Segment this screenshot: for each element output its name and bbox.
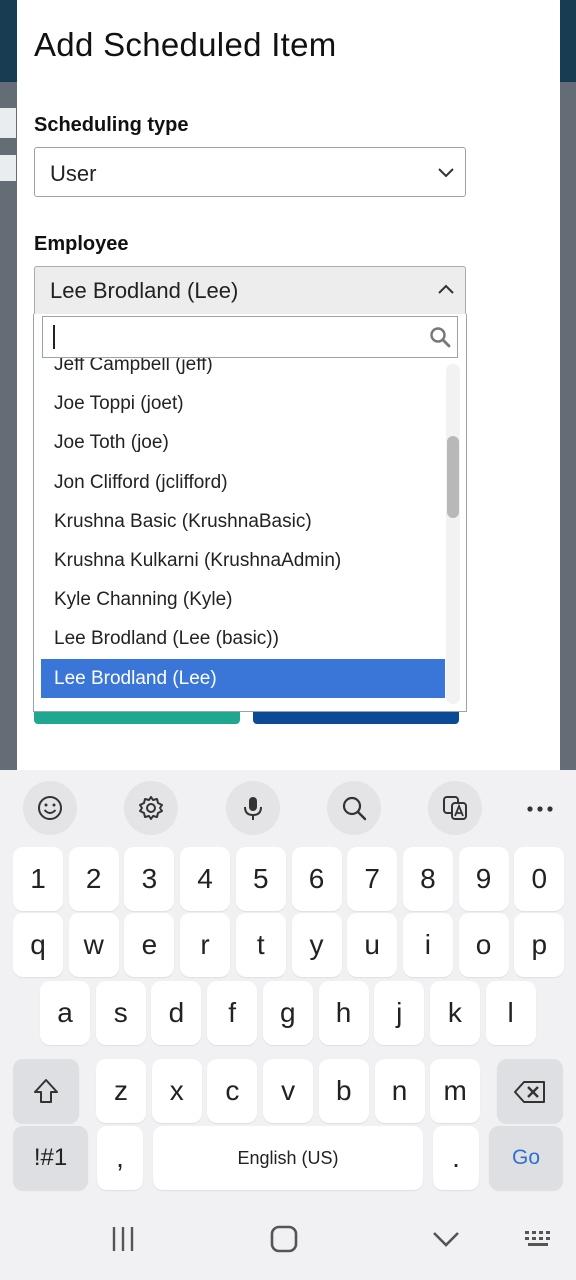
key-x[interactable]: x — [151, 1059, 202, 1123]
key-r[interactable]: r — [180, 913, 231, 977]
shift-icon — [34, 1079, 58, 1103]
key-j[interactable]: j — [374, 981, 425, 1045]
key-v[interactable]: v — [263, 1059, 314, 1123]
key-u[interactable]: u — [347, 913, 398, 977]
key-s[interactable]: s — [95, 981, 146, 1045]
keyboard-settings-button[interactable] — [124, 781, 178, 835]
key-o[interactable]: o — [458, 913, 509, 977]
key-4[interactable]: 4 — [180, 847, 231, 911]
key-q[interactable]: q — [13, 913, 63, 977]
dropdown-scrollbar[interactable] — [446, 364, 460, 704]
key-h[interactable]: h — [318, 981, 369, 1045]
employee-dropdown: Jeff Campbell (jeff) Joe Toppi (joet) Joe … — [33, 314, 467, 712]
key-7[interactable]: 7 — [347, 847, 398, 911]
scheduling-type-label: Scheduling type — [34, 114, 189, 136]
key-1[interactable]: 1 — [13, 847, 63, 911]
text-cursor — [53, 325, 55, 349]
keyboard-switch-icon[interactable] — [522, 1222, 556, 1256]
background-page-text — [0, 155, 16, 181]
key-3[interactable]: 3 — [124, 847, 175, 911]
recent-apps-icon[interactable] — [106, 1222, 140, 1256]
key-g[interactable]: g — [262, 981, 313, 1045]
key-0[interactable]: 0 — [514, 847, 565, 911]
background-page-title — [0, 108, 16, 138]
voice-input-button[interactable] — [226, 781, 280, 835]
employee-option[interactable]: Lee Brodland (Lee (basic)) — [41, 619, 445, 658]
key-2[interactable]: 2 — [68, 847, 119, 911]
translate-button[interactable] — [428, 781, 482, 835]
key-z[interactable]: z — [96, 1059, 146, 1123]
period-key[interactable]: . — [433, 1126, 479, 1190]
keyboard-search-button[interactable] — [327, 781, 381, 835]
employee-label: Employee — [34, 233, 129, 255]
key-k[interactable]: k — [429, 981, 480, 1045]
employee-option[interactable]: Joe Toth (joe) — [41, 423, 445, 462]
key-b[interactable]: b — [318, 1059, 369, 1123]
scheduling-type-value: User — [50, 161, 97, 186]
key-6[interactable]: 6 — [291, 847, 342, 911]
key-l[interactable]: l — [485, 981, 536, 1045]
emoji-button[interactable] — [23, 781, 77, 835]
key-a[interactable]: a — [40, 981, 90, 1045]
key-e[interactable]: e — [124, 913, 175, 977]
employee-option[interactable]: Joe Toppi (joet) — [41, 384, 445, 423]
employee-select[interactable]: Lee Brodland (Lee) — [34, 266, 466, 314]
employee-option[interactable]: Kyle Channing (Kyle) — [41, 580, 445, 619]
search-icon — [430, 327, 451, 348]
employee-option[interactable]: Lee Brodland (Lee) — [41, 658, 445, 698]
shift-key[interactable] — [13, 1059, 79, 1123]
key-c[interactable]: c — [207, 1059, 258, 1123]
emoji-icon — [38, 796, 62, 820]
key-w[interactable]: w — [68, 913, 119, 977]
key-p[interactable]: p — [514, 913, 565, 977]
employee-option[interactable]: Jeff Campbell (jeff) — [41, 358, 445, 384]
microphone-icon — [244, 797, 262, 820]
space-key[interactable]: English (US) — [153, 1126, 423, 1190]
key-f[interactable]: f — [207, 981, 258, 1045]
key-d[interactable]: d — [151, 981, 202, 1045]
dialog-title: Add Scheduled Item — [34, 26, 337, 63]
symbols-key[interactable]: !#1 — [13, 1126, 88, 1190]
employee-value: Lee Brodland (Lee) — [50, 278, 239, 303]
key-n[interactable]: n — [374, 1059, 425, 1123]
more-icon[interactable] — [520, 795, 560, 823]
key-y[interactable]: y — [291, 913, 342, 977]
key-m[interactable]: m — [430, 1059, 481, 1123]
key-8[interactable]: 8 — [402, 847, 453, 911]
save-button[interactable] — [34, 712, 240, 724]
chevron-up-icon — [438, 284, 454, 294]
scrollbar-thumb[interactable] — [447, 436, 459, 518]
employee-search-input[interactable] — [42, 316, 458, 358]
key-i[interactable]: i — [402, 913, 453, 977]
backspace-key[interactable] — [497, 1059, 563, 1123]
backspace-icon — [514, 1081, 545, 1103]
translate-icon — [443, 796, 467, 820]
chevron-down-icon — [438, 168, 454, 178]
employee-option[interactable]: Krushna Kulkarni (KrushnaAdmin) — [41, 541, 445, 580]
system-navigation-bar — [0, 1200, 576, 1280]
cancel-button[interactable] — [253, 712, 459, 724]
employee-options-list: Jeff Campbell (jeff) Joe Toppi (joet) Joe … — [41, 358, 445, 706]
hide-keyboard-icon[interactable] — [429, 1222, 463, 1256]
go-key[interactable]: Go — [489, 1126, 563, 1190]
key-t[interactable]: t — [235, 913, 286, 977]
key-9[interactable]: 9 — [458, 847, 509, 911]
employee-option[interactable]: Jon Clifford (jclifford) — [41, 463, 445, 502]
search-icon — [342, 796, 367, 821]
settings-icon — [139, 796, 163, 820]
scheduling-type-select[interactable]: User — [34, 147, 466, 197]
home-icon[interactable] — [267, 1222, 301, 1256]
key-5[interactable]: 5 — [235, 847, 286, 911]
comma-key[interactable]: , — [97, 1126, 143, 1190]
employee-option[interactable]: Krushna Basic (KrushnaBasic) — [41, 502, 445, 541]
